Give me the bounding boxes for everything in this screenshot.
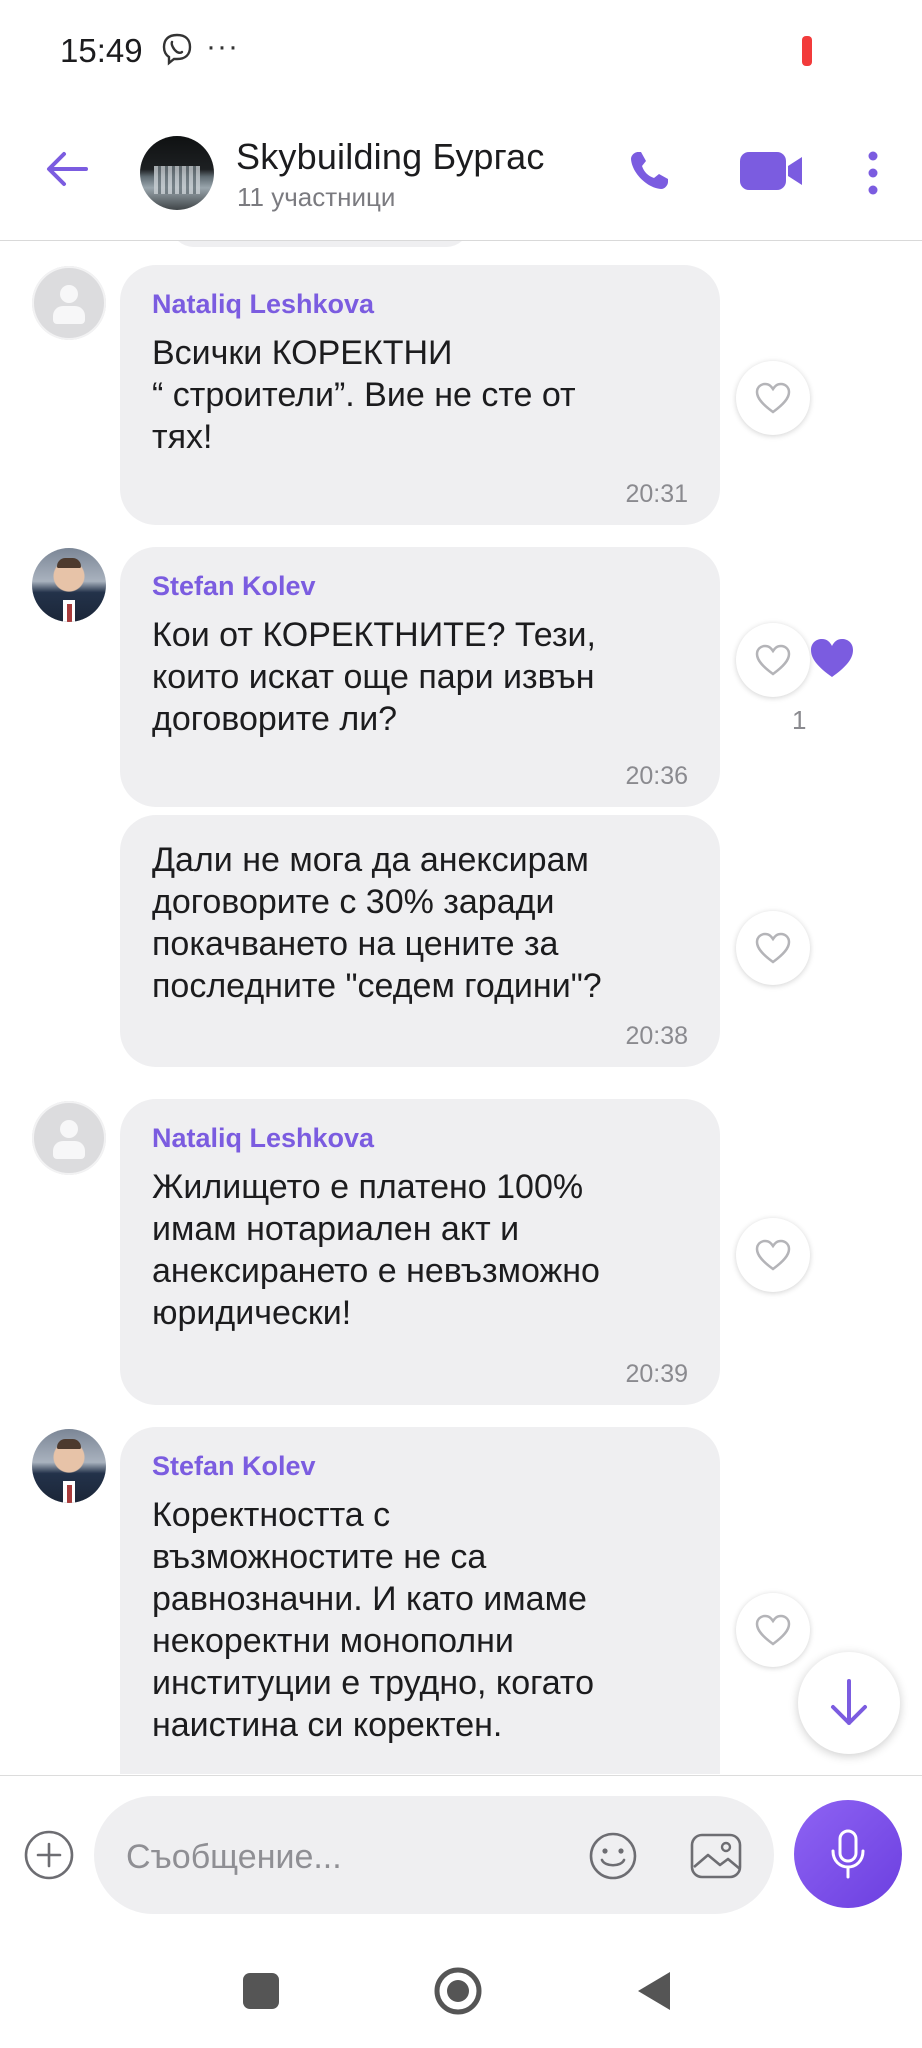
- status-time: 15:49: [60, 32, 143, 69]
- message-list[interactable]: Nataliq Leshkova Всички КОРЕКТНИ “ строи…: [0, 241, 922, 1774]
- like-button[interactable]: [736, 911, 810, 985]
- group-avatar[interactable]: [140, 136, 214, 210]
- message-bubble[interactable]: Nataliq Leshkova Всички КОРЕКТНИ “ строи…: [120, 265, 720, 525]
- microphone-button[interactable]: [794, 1800, 902, 1908]
- message-text: Жилището е платено 100% имам нотариален …: [152, 1168, 600, 1332]
- plus-circle-icon[interactable]: [22, 1828, 76, 1882]
- message-text: Кои от КОРЕКТНИТЕ? Тези, които искат още…: [152, 616, 596, 738]
- recent-apps-icon[interactable]: [243, 1973, 279, 2009]
- message-text: Коректността с възможностите не са равно…: [152, 1496, 595, 1744]
- message-time: 20:38: [625, 1022, 688, 1050]
- phone-icon[interactable]: [624, 146, 674, 196]
- message-text: Всички КОРЕКТНИ “ строители”. Вие не сте…: [152, 334, 576, 456]
- message-time: 20:31: [625, 480, 688, 508]
- scroll-to-bottom-button[interactable]: [798, 1652, 900, 1754]
- like-button[interactable]: [736, 623, 810, 697]
- smiley-icon[interactable]: [586, 1829, 640, 1883]
- battery-low-icon: [802, 36, 812, 66]
- message-input[interactable]: [124, 1834, 548, 1880]
- like-button[interactable]: [736, 1593, 810, 1667]
- chat-title[interactable]: Skybuilding Бургас: [236, 136, 545, 178]
- composer-divider: [0, 1775, 922, 1776]
- sender-name: Stefan Kolev: [152, 1451, 316, 1481]
- nav-back-icon[interactable]: [634, 1968, 674, 2014]
- message-bubble[interactable]: Stefan Kolev Коректността с възможностит…: [120, 1427, 720, 1774]
- message-bubble[interactable]: Stefan Kolev Кои от КОРЕКТНИТЕ? Тези, ко…: [120, 547, 720, 807]
- video-camera-icon[interactable]: [738, 148, 804, 194]
- avatar[interactable]: [32, 266, 106, 340]
- avatar[interactable]: [32, 1101, 106, 1175]
- heart-outline-icon: [755, 382, 791, 414]
- status-bar: 15:49 ···: [0, 0, 922, 100]
- message-time: 20:36: [625, 762, 688, 790]
- arrow-down-icon: [831, 1679, 867, 1725]
- message-text: Дали не мога да анексирам договорите с 3…: [152, 841, 602, 1005]
- like-button[interactable]: [736, 361, 810, 435]
- heart-outline-icon: [755, 932, 791, 964]
- message-bubble[interactable]: Дали не мога да анексирам договорите с 3…: [120, 815, 720, 1067]
- more-vertical-icon[interactable]: [858, 150, 888, 196]
- heart-filled-icon[interactable]: [808, 636, 856, 680]
- heart-outline-icon: [755, 644, 791, 676]
- viber-notification-icon: [162, 33, 192, 66]
- sender-name: Nataliq Leshkova: [152, 289, 375, 319]
- like-count: 1: [792, 705, 807, 735]
- participants-count[interactable]: 11 участници: [237, 182, 395, 213]
- arrow-left-icon[interactable]: [42, 144, 92, 194]
- chat-header: Skybuilding Бургас 11 участници: [0, 100, 922, 241]
- previous-message-bubble: [170, 241, 470, 247]
- avatar[interactable]: [32, 548, 106, 622]
- message-bubble[interactable]: Nataliq Leshkova Жилището е платено 100%…: [120, 1099, 720, 1405]
- avatar[interactable]: [32, 1429, 106, 1503]
- heart-outline-icon: [755, 1614, 791, 1646]
- sender-name: Nataliq Leshkova: [152, 1123, 375, 1153]
- heart-outline-icon: [755, 1239, 791, 1271]
- home-icon[interactable]: [433, 1966, 483, 2016]
- message-composer: [94, 1796, 774, 1914]
- system-nav-bar: [0, 1940, 922, 2048]
- like-button[interactable]: [736, 1218, 810, 1292]
- status-more-icon: ···: [206, 30, 239, 63]
- message-time: 20:39: [625, 1360, 688, 1388]
- image-icon[interactable]: [688, 1829, 744, 1883]
- sender-name: Stefan Kolev: [152, 571, 316, 601]
- microphone-icon: [831, 1829, 865, 1879]
